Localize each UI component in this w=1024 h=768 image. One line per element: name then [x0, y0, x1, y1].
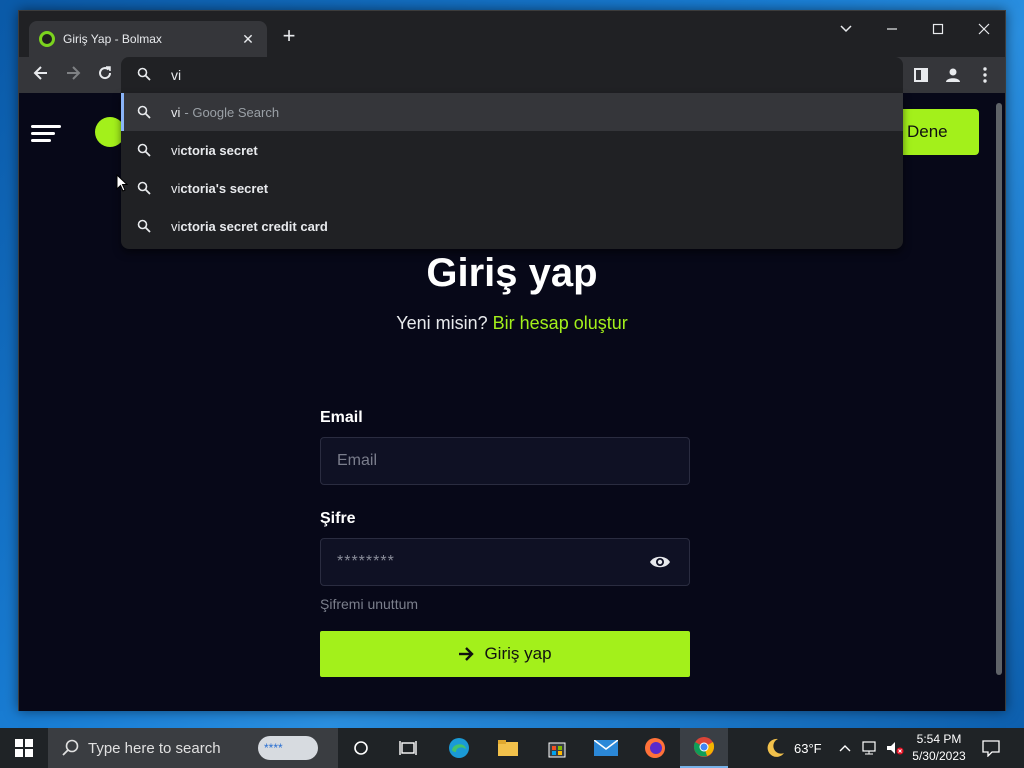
signup-prompt: Yeni misin? Bir hesap oluştur [19, 313, 1005, 334]
login-button-label: Giriş yap [484, 644, 552, 663]
email-label: Email [320, 409, 363, 426]
bolmax-favicon-icon [39, 31, 55, 47]
create-account-link[interactable]: Bir hesap oluştur [493, 313, 628, 333]
mail-icon[interactable] [582, 728, 630, 768]
password-value: ******** [337, 553, 395, 570]
suggestion-typed: vi [171, 142, 181, 158]
suggestion-completion: ctoria's secret [180, 180, 269, 196]
suggestion-suffix: - Google Search [184, 104, 280, 120]
tab-title: Giriş Yap - Bolmax [63, 32, 162, 46]
omnibox-suggestions: vi - Google Search vi ctoria secret vi cto… [121, 93, 903, 249]
hamburger-menu-icon[interactable] [31, 125, 61, 143]
suggestion-completion: ctoria secret [180, 142, 258, 158]
start-button[interactable] [0, 728, 48, 768]
address-input[interactable] [171, 65, 871, 85]
login-button[interactable]: Giriş yap [320, 631, 690, 677]
tab-close-icon[interactable]: ✕ [239, 31, 257, 48]
volume-muted-icon[interactable] [886, 728, 904, 768]
back-button[interactable] [27, 61, 55, 89]
taskbar-search-placeholder: Type here to search [88, 739, 221, 757]
omnibox[interactable] [121, 57, 903, 93]
side-panel-icon[interactable] [907, 61, 935, 89]
eye-icon[interactable] [649, 553, 671, 571]
cortana-icon[interactable] [337, 728, 385, 768]
suggestion-victoria-secret-credit-card[interactable]: vi ctoria secret credit card [121, 207, 903, 245]
suggestion-typed: vi [171, 218, 181, 234]
clock-date: 5/30/2023 [912, 749, 966, 763]
search-icon [137, 219, 151, 233]
reload-button[interactable] [91, 61, 119, 89]
task-view-icon[interactable] [384, 728, 432, 768]
suggestion-victoria-secret[interactable]: vi ctoria secret [121, 131, 903, 169]
weather-temp: 63°F [794, 740, 822, 756]
weather-widget[interactable]: 63°F [764, 728, 822, 768]
windows-logo-icon [15, 739, 33, 757]
clock[interactable]: 5:54 PM 5/30/2023 [906, 731, 972, 765]
search-icon [137, 143, 151, 157]
forward-button[interactable] [59, 61, 87, 89]
password-label: Şifre [320, 510, 356, 527]
email-field[interactable] [320, 437, 690, 485]
new-tab-button[interactable]: + [277, 25, 301, 49]
suggestion-google-search[interactable]: vi - Google Search [121, 93, 903, 131]
suggestion-victorias-secret[interactable]: vi ctoria's secret [121, 169, 903, 207]
suggestion-typed: vi [171, 180, 181, 196]
suggestion-text: vi [171, 104, 181, 120]
show-hidden-icons-chevron-icon[interactable] [838, 728, 852, 768]
search-icon [137, 67, 151, 81]
clock-time: 5:54 PM [916, 732, 962, 746]
browser-toolbar [19, 57, 1005, 93]
firefox-icon[interactable] [631, 728, 679, 768]
password-field[interactable]: ******** [320, 538, 690, 586]
edge-icon[interactable] [435, 728, 483, 768]
minimize-button[interactable] [870, 17, 914, 45]
close-window-button[interactable] [962, 17, 1006, 45]
file-explorer-icon[interactable] [484, 728, 532, 768]
search-icon [137, 181, 151, 195]
store-icon[interactable] [533, 728, 581, 768]
page-scrollbar[interactable] [996, 103, 1002, 675]
taskbar: Type here to search **** 63°F 5:54 PM 5/… [0, 728, 1024, 768]
browser-window: Giriş Yap - Bolmax ✕ + vi vi - Google Se… [18, 10, 1006, 711]
email-input[interactable] [337, 452, 637, 470]
notifications-icon[interactable] [982, 728, 1000, 768]
tab-search-chevron-icon[interactable] [824, 17, 868, 45]
tab-bolmax[interactable]: Giriş Yap - Bolmax ✕ [29, 21, 267, 57]
moon-icon [767, 738, 784, 757]
search-icon [137, 105, 151, 119]
tab-strip: Giriş Yap - Bolmax ✕ + [19, 11, 1005, 57]
password-search-art: **** [258, 736, 318, 760]
search-icon [62, 739, 79, 756]
mouse-cursor-icon [116, 174, 128, 192]
taskbar-search[interactable]: Type here to search **** [48, 728, 338, 768]
suggestion-completion: ctoria secret credit card [180, 218, 328, 234]
chrome-icon[interactable] [680, 728, 728, 768]
page-title: Giriş yap [426, 251, 598, 295]
maximize-button[interactable] [916, 17, 960, 45]
menu-kebab-icon[interactable] [971, 61, 999, 89]
arrow-right-icon [459, 647, 475, 661]
profile-icon[interactable] [939, 61, 967, 89]
forgot-password-link[interactable]: Şifremi unuttum [320, 596, 418, 612]
network-icon[interactable] [862, 728, 880, 768]
signup-prompt-text: Yeni misin? [396, 313, 488, 333]
